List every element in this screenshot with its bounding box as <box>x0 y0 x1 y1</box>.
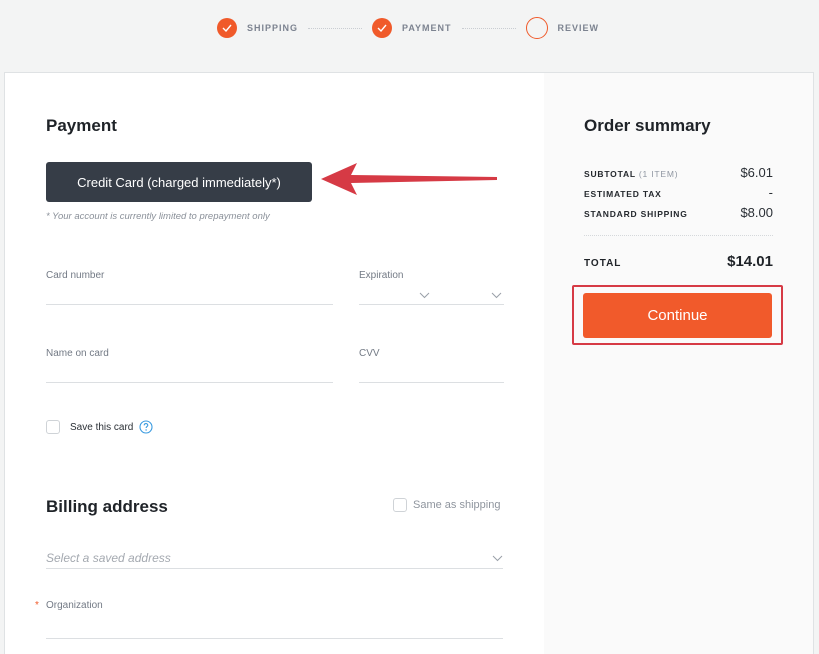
save-card-checkbox[interactable] <box>46 420 60 434</box>
step-payment[interactable]: PAYMENT <box>372 18 452 38</box>
payment-pane: Payment Credit Card (charged immediately… <box>5 73 544 654</box>
subtotal-label: SUBTOTAL <box>584 169 636 179</box>
year-chevron-down-icon[interactable] <box>491 292 502 299</box>
empty-circle-icon <box>525 17 548 39</box>
order-summary-title: Order summary <box>584 116 711 135</box>
prepayment-note: * Your account is currently limited to p… <box>46 211 270 222</box>
same-as-shipping-row: Same as shipping <box>393 498 500 512</box>
cvv-field[interactable]: CVV <box>359 348 504 388</box>
step-connector <box>461 27 516 29</box>
cvv-label: CVV <box>359 348 380 359</box>
required-marker: * <box>35 600 39 611</box>
step-review[interactable]: REVIEW <box>525 17 600 39</box>
tax-value: - <box>768 185 773 200</box>
shipping-label: STANDARD SHIPPING <box>584 209 688 219</box>
same-as-shipping-label[interactable]: Same as shipping <box>413 499 500 511</box>
total-row: TOTAL $14.01 <box>584 253 773 270</box>
check-icon <box>372 18 393 38</box>
billing-title: Billing address <box>46 497 168 516</box>
card-number-input[interactable] <box>46 304 333 305</box>
credit-card-button[interactable]: Credit Card (charged immediately*) <box>46 162 312 202</box>
month-chevron-down-icon[interactable] <box>419 292 430 299</box>
name-on-card-field[interactable]: Name on card <box>46 348 333 388</box>
step-label: PAYMENT <box>402 23 452 33</box>
summary-row-shipping: STANDARD SHIPPING $8.00 <box>584 205 773 225</box>
tax-label: ESTIMATED TAX <box>584 189 662 199</box>
checkout-card: Payment Credit Card (charged immediately… <box>4 72 814 654</box>
summary-row-subtotal: SUBTOTAL (1 ITEM) $6.01 <box>584 165 773 185</box>
item-count: (1 ITEM) <box>638 169 679 179</box>
expiration-input[interactable] <box>359 304 504 305</box>
card-number-field[interactable]: Card number <box>46 270 333 310</box>
saved-address-placeholder: Select a saved address <box>46 551 171 565</box>
check-icon <box>217 18 237 38</box>
order-summary-pane: Order summary SUBTOTAL (1 ITEM) $6.01 ES… <box>544 73 813 654</box>
organization-label: Organization <box>46 600 103 611</box>
total-value: $14.01 <box>727 253 773 270</box>
name-on-card-label: Name on card <box>46 348 109 359</box>
same-as-shipping-checkbox[interactable] <box>393 498 407 512</box>
summary-divider <box>584 235 773 236</box>
summary-row-tax: ESTIMATED TAX - <box>584 185 773 205</box>
save-card-label[interactable]: Save this card <box>70 422 133 433</box>
payment-title: Payment <box>46 116 117 135</box>
saved-address-select[interactable]: Select a saved address <box>46 549 503 569</box>
save-card-row: Save this card <box>46 420 153 434</box>
step-label: SHIPPING <box>247 23 299 33</box>
checkout-stepper: SHIPPING PAYMENT REVIEW <box>217 17 599 39</box>
step-label: REVIEW <box>557 23 600 33</box>
chevron-down-icon <box>492 555 503 562</box>
help-icon[interactable] <box>139 420 153 434</box>
name-on-card-input[interactable] <box>46 382 333 383</box>
card-number-label: Card number <box>46 270 105 281</box>
shipping-value: $8.00 <box>740 205 773 220</box>
summary-rows: SUBTOTAL (1 ITEM) $6.01 ESTIMATED TAX - … <box>584 165 773 225</box>
continue-button[interactable]: Continue <box>583 293 772 338</box>
expiration-label: Expiration <box>359 270 404 281</box>
expiration-field[interactable]: Expiration <box>359 270 504 310</box>
annotation-arrow-icon <box>321 163 497 195</box>
continue-highlight-box: Continue <box>572 285 783 345</box>
cvv-input[interactable] <box>359 382 504 383</box>
organization-field[interactable]: * Organization <box>35 600 503 640</box>
step-connector <box>308 27 363 29</box>
total-label: TOTAL <box>584 258 622 269</box>
step-shipping[interactable]: SHIPPING <box>217 18 298 38</box>
subtotal-value: $6.01 <box>740 165 773 180</box>
organization-input[interactable] <box>46 638 503 639</box>
